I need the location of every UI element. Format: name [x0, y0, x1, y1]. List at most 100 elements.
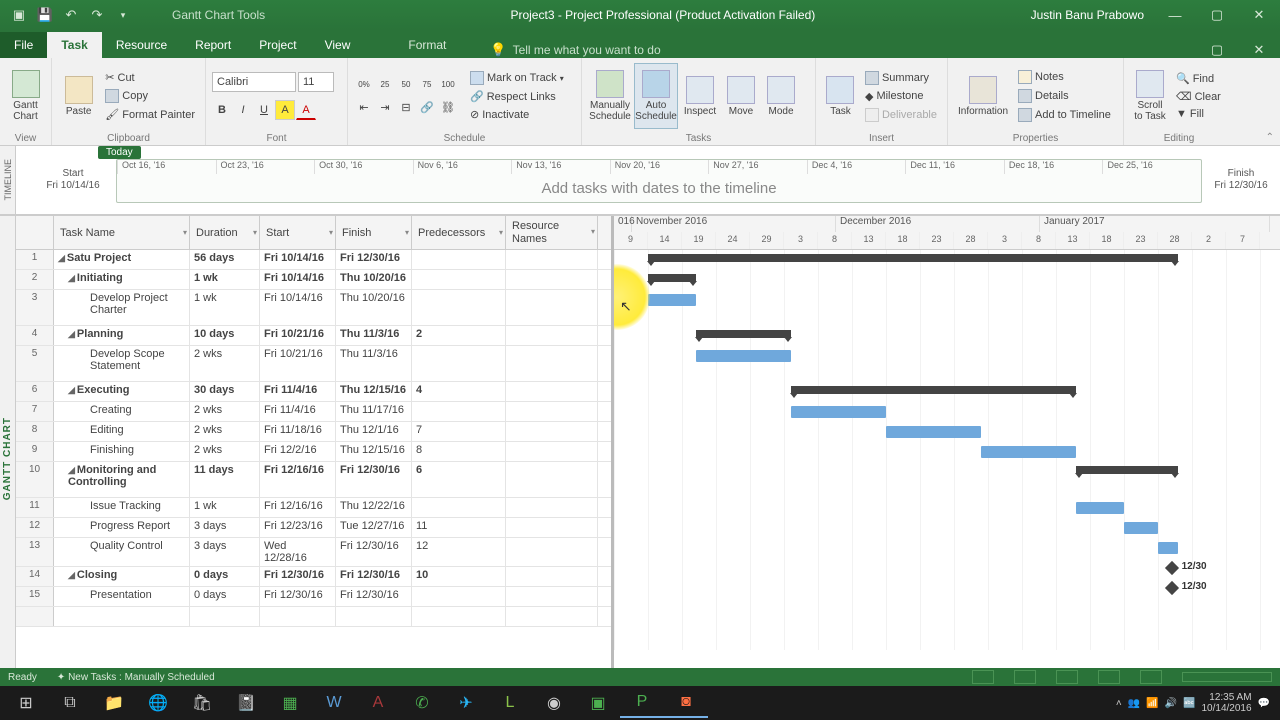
cell-start[interactable]: Fri 12/16/16 [260, 498, 336, 517]
italic-button[interactable]: I [233, 100, 253, 120]
table-row[interactable]: 3Develop Project Charter1 wkFri 10/14/16… [16, 290, 611, 326]
collapse-toggle-icon[interactable]: ◢ [68, 329, 75, 339]
cell-start[interactable]: Fri 10/21/16 [260, 326, 336, 345]
cell-pred[interactable]: 2 [412, 326, 506, 345]
user-name[interactable]: Justin Banu Prabowo [1031, 8, 1154, 22]
cell-finish[interactable]: Thu 11/3/16 [336, 326, 412, 345]
cell-start[interactable]: Fri 12/16/16 [260, 462, 336, 497]
cell-finish[interactable]: Thu 12/22/16 [336, 498, 412, 517]
cell-resource[interactable] [506, 587, 598, 606]
view-report-button[interactable] [1140, 670, 1162, 684]
tray-users-icon[interactable]: 👥 [1128, 698, 1140, 709]
cell-finish[interactable]: Fri 12/30/16 [336, 462, 412, 497]
pct-0-button[interactable]: 0% [354, 75, 374, 95]
cell-start[interactable]: Fri 11/18/16 [260, 422, 336, 441]
tab-task[interactable]: Task [47, 32, 101, 58]
task-bar[interactable] [1076, 502, 1124, 514]
table-row[interactable]: 11Issue Tracking1 wkFri 12/16/16Thu 12/2… [16, 498, 611, 518]
table-row[interactable]: 14◢Closing0 daysFri 12/30/16Fri 12/30/16… [16, 567, 611, 587]
row-number[interactable]: 14 [16, 567, 54, 586]
tray-chevron-icon[interactable]: ˄ [1116, 698, 1122, 709]
table-row[interactable]: 6◢Executing30 daysFri 11/4/16Thu 12/15/1… [16, 382, 611, 402]
cell-finish[interactable]: Fri 12/30/16 [336, 567, 412, 586]
cell-task-name[interactable]: ◢Monitoring and Controlling [54, 462, 190, 497]
cell-finish[interactable]: Tue 12/27/16 [336, 518, 412, 537]
gantt-chart-button[interactable]: Gantt Chart [6, 63, 45, 129]
cell-dur[interactable]: 3 days [190, 518, 260, 537]
cell-pred[interactable] [412, 250, 506, 269]
cell-task-name[interactable]: ◢Planning [54, 326, 190, 345]
task-view-button[interactable]: ⧉ [48, 688, 92, 718]
tab-project[interactable]: Project [245, 32, 310, 58]
font-name-combo[interactable]: Calibri [212, 72, 296, 92]
cell-task-name[interactable]: Presentation [54, 587, 190, 606]
pct-25-button[interactable]: 25 [375, 75, 395, 95]
whatsapp-button[interactable]: ✆ [400, 688, 444, 718]
mark-on-track-button[interactable]: Mark on Track ▾ [466, 69, 568, 87]
respect-links-button[interactable]: 🔗Respect Links [466, 88, 568, 105]
pct-50-button[interactable]: 50 [396, 75, 416, 95]
task-bar[interactable] [886, 426, 981, 438]
cell-finish[interactable]: Thu 12/15/16 [336, 382, 412, 401]
start-button[interactable]: ⊞ [4, 688, 48, 718]
minimize-button[interactable]: — [1154, 0, 1196, 30]
cell-dur[interactable]: 0 days [190, 567, 260, 586]
view-team-planner-button[interactable] [1056, 670, 1078, 684]
project-app-icon[interactable]: ▣ [8, 4, 30, 26]
fill-button[interactable]: ▼Fill [1172, 106, 1225, 122]
table-row[interactable]: 4◢Planning10 daysFri 10/21/16Thu 11/3/16… [16, 326, 611, 346]
row-number[interactable]: 1 [16, 250, 54, 269]
cell-dur[interactable]: 56 days [190, 250, 260, 269]
cell-start[interactable]: Fri 10/14/16 [260, 270, 336, 289]
cell-dur[interactable]: 11 days [190, 462, 260, 497]
cell-task-name[interactable]: Finishing [54, 442, 190, 461]
notifications-button[interactable]: 💬 [1258, 698, 1270, 709]
cell-start[interactable]: Fri 12/30/16 [260, 567, 336, 586]
table-row[interactable]: 1◢Satu Project56 daysFri 10/14/16Fri 12/… [16, 250, 611, 270]
indent-button[interactable]: ⇥ [375, 98, 395, 118]
table-row[interactable]: 2◢Initiating1 wkFri 10/14/16Thu 10/20/16 [16, 270, 611, 290]
access-button[interactable]: A [356, 688, 400, 718]
tray-language-icon[interactable]: 🔤 [1183, 698, 1195, 709]
task-bar[interactable] [1158, 542, 1178, 554]
cell-task-name[interactable]: Quality Control [54, 538, 190, 566]
cell-resource[interactable] [506, 462, 598, 497]
onenote-button[interactable]: 📓 [224, 688, 268, 718]
scroll-to-task-button[interactable]: Scroll to Task [1130, 63, 1170, 129]
font-color-button[interactable]: A [296, 100, 316, 120]
cell-pred[interactable]: 10 [412, 567, 506, 586]
col-task-name[interactable]: Task Name▾ [54, 216, 190, 249]
col-duration[interactable]: Duration▾ [190, 216, 260, 249]
zoom-slider[interactable] [1182, 672, 1272, 682]
cell-pred[interactable] [412, 346, 506, 381]
font-size-combo[interactable]: 11 [298, 72, 334, 92]
view-resource-sheet-button[interactable] [1098, 670, 1120, 684]
status-new-tasks[interactable]: ✦ New Tasks : Manually Scheduled [57, 672, 215, 683]
tab-format[interactable]: Format [394, 32, 460, 58]
manually-schedule-button[interactable]: Manually Schedule [588, 63, 632, 129]
cell-resource[interactable] [506, 290, 598, 325]
cell-start[interactable]: Fri 12/23/16 [260, 518, 336, 537]
cell-resource[interactable] [506, 326, 598, 345]
unlink-tasks-button[interactable]: ⛓ [438, 98, 458, 118]
cell-task-name[interactable]: ◢Satu Project [54, 250, 190, 269]
app1-button[interactable]: ▣ [576, 688, 620, 718]
table-row[interactable]: 9Finishing2 wksFri 12/2/16Thu 12/15/168 [16, 442, 611, 462]
save-icon[interactable]: 💾 [34, 4, 56, 26]
row-number[interactable]: 8 [16, 422, 54, 441]
deliverable-button[interactable]: Deliverable [861, 106, 941, 124]
cell-finish[interactable]: Fri 12/30/16 [336, 250, 412, 269]
cell-pred[interactable] [412, 498, 506, 517]
row-number[interactable]: 9 [16, 442, 54, 461]
cell-resource[interactable] [506, 402, 598, 421]
summary-bar[interactable] [1076, 466, 1178, 474]
ribbon-display-options-button[interactable]: ▢ [1196, 42, 1238, 58]
cell-finish[interactable]: Thu 11/17/16 [336, 402, 412, 421]
row-number[interactable]: 3 [16, 290, 54, 325]
add-to-timeline-button[interactable]: Add to Timeline [1014, 106, 1115, 124]
cell-start[interactable]: Fri 12/2/16 [260, 442, 336, 461]
cell-start[interactable]: Wed 12/28/16 [260, 538, 336, 566]
insert-task-button[interactable]: Task [822, 63, 859, 129]
table-row-empty[interactable] [16, 607, 611, 627]
table-row[interactable]: 15Presentation0 daysFri 12/30/16Fri 12/3… [16, 587, 611, 607]
